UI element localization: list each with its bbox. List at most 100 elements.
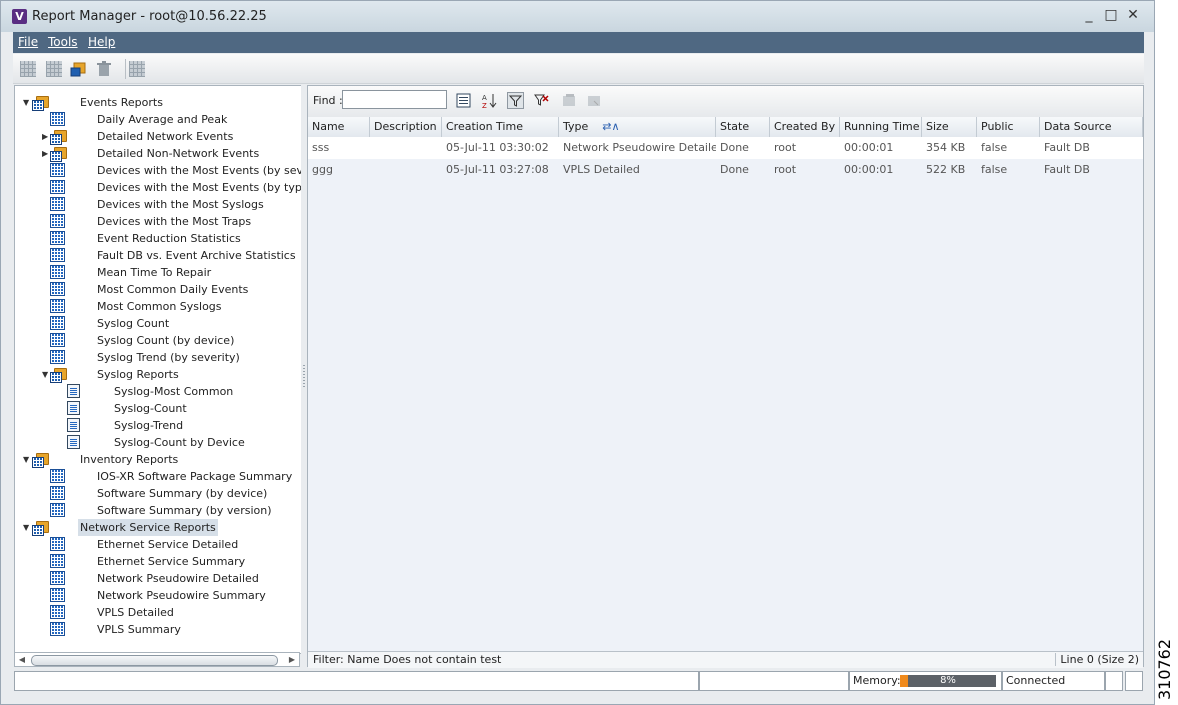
tree-item-label: Detailed Network Events	[97, 130, 234, 143]
table-row[interactable]: sss 05-Jul-11 03:30:02 Network Pseudowire …	[308, 137, 1143, 159]
menu-tools[interactable]: Tools	[48, 35, 78, 49]
tree-event-report-item[interactable]: Devices with the Most Events (by type)	[15, 179, 301, 196]
new-report-icon[interactable]	[20, 61, 36, 77]
tree-item-label: Syslog Count (by device)	[97, 334, 235, 347]
report-grid-icon	[50, 333, 65, 347]
print-icon[interactable]	[586, 92, 603, 109]
report-grid-icon	[50, 622, 65, 636]
tree-event-report-item[interactable]: Syslog Count	[15, 315, 301, 332]
sort-az-icon[interactable]: AZ	[481, 92, 498, 110]
maximize-icon[interactable]: □	[1104, 7, 1118, 23]
tree-event-report-item[interactable]: Mean Time To Repair	[15, 264, 301, 281]
export-icon[interactable]	[561, 92, 578, 109]
tree-event-report-item[interactable]: Event Reduction Statistics	[15, 230, 301, 247]
tree-inventory-report-item[interactable]: Software Summary (by device)	[15, 485, 301, 502]
column-header[interactable]: Description	[370, 117, 442, 137]
tree-event-report-item[interactable]: Most Common Syslogs	[15, 298, 301, 315]
line-info: Line 0 (Size 2)	[1055, 653, 1139, 666]
find-options-icon[interactable]	[455, 92, 472, 109]
tree-item-label: Syslog-Trend	[114, 419, 184, 432]
column-header[interactable]: Creation Time	[442, 117, 559, 137]
reports-list-pane: Find : AZ Name Description Creation Time Ty…	[307, 85, 1144, 668]
tree-item-label: Ethernet Service Detailed	[97, 538, 239, 551]
filter-status-line: Filter: Name Does not contain test Line …	[308, 651, 1143, 668]
tree-network-service-report-item[interactable]: VPLS Detailed	[15, 604, 301, 621]
tree-syslog-report-item[interactable]: Syslog-Trend	[15, 417, 301, 434]
tree-event-report-item[interactable]: ▶ Detailed Network Events	[15, 128, 301, 145]
column-header[interactable]: Size	[922, 117, 977, 137]
new-folder-icon[interactable]	[70, 61, 86, 77]
tree-event-report-item[interactable]: Devices with the Most Traps	[15, 213, 301, 230]
tree-network-service-report-item[interactable]: Network Pseudowire Detailed	[15, 570, 301, 587]
tree-inventory-report-item[interactable]: Software Summary (by version)	[15, 502, 301, 519]
tree-network-service-report-item[interactable]: Ethernet Service Detailed	[15, 536, 301, 553]
tree-event-report-item[interactable]: ▼ Syslog Reports	[15, 366, 301, 383]
scroll-thumb[interactable]	[31, 655, 278, 666]
tree-events-reports[interactable]: ▼ Events Reports	[15, 94, 301, 111]
report-grid-icon	[50, 112, 65, 126]
clear-filter-icon[interactable]	[533, 92, 550, 109]
column-header[interactable]: State	[716, 117, 770, 137]
minimize-icon[interactable]: _	[1082, 7, 1096, 23]
tree-event-report-item[interactable]: Devices with the Most Syslogs	[15, 196, 301, 213]
column-header[interactable]: Data Source	[1040, 117, 1143, 137]
splitter-grip-icon[interactable]	[303, 365, 305, 387]
find-input[interactable]	[342, 90, 447, 109]
tree-event-report-item[interactable]: Syslog Trend (by severity)	[15, 349, 301, 366]
properties-icon[interactable]	[129, 61, 145, 77]
tree-syslog-report-item[interactable]: Syslog-Count	[15, 400, 301, 417]
tree-network-service-report-item[interactable]: Network Pseudowire Summary	[15, 587, 301, 604]
report-grid-icon	[50, 214, 65, 228]
scroll-right-icon[interactable]: ▶	[286, 654, 298, 666]
tree-horizontal-scrollbar[interactable]: ◀ ▶	[14, 652, 300, 667]
tree-item-label: IOS-XR Software Package Summary	[97, 470, 293, 483]
report-grid-icon	[50, 554, 65, 568]
tree-inventory-reports[interactable]: ▼ Inventory Reports	[15, 451, 301, 468]
menu-file[interactable]: File	[18, 35, 38, 49]
tree-event-report-item[interactable]: Daily Average and Peak	[15, 111, 301, 128]
expand-right-icon[interactable]: ▶	[42, 133, 50, 141]
sort-indicator-icon[interactable]: ⇄∧	[602, 120, 619, 133]
tree-item-label: Devices with the Most Traps	[97, 215, 252, 228]
scroll-left-icon[interactable]: ◀	[16, 654, 28, 666]
status-message-cell	[14, 671, 699, 691]
tree-inventory-report-item[interactable]: IOS-XR Software Package Summary	[15, 468, 301, 485]
tree-event-report-item[interactable]: Fault DB vs. Event Archive Statistics	[15, 247, 301, 264]
delete-icon[interactable]	[96, 61, 112, 77]
tree-network-service-report-item[interactable]: VPLS Summary	[15, 621, 301, 638]
status-cell-6	[1125, 671, 1143, 691]
tree-syslog-report-item[interactable]: Syslog-Count by Device	[15, 434, 301, 451]
tree-event-report-item[interactable]: Most Common Daily Events	[15, 281, 301, 298]
tree-network-service-report-item[interactable]: Ethernet Service Summary	[15, 553, 301, 570]
close-icon[interactable]: ✕	[1126, 7, 1140, 23]
tree-item-label: Most Common Syslogs	[97, 300, 222, 313]
menu-help[interactable]: Help	[88, 35, 115, 49]
expand-down-icon[interactable]: ▼	[23, 524, 31, 532]
tree-item-label: Syslog Reports	[97, 368, 179, 381]
report-tree-pane[interactable]: ▼ Events Reports Daily Average and Peak ▶ De…	[14, 85, 302, 654]
column-header[interactable]: Public	[977, 117, 1040, 137]
expand-down-icon[interactable]: ▼	[23, 456, 31, 464]
filter-icon[interactable]	[507, 92, 524, 109]
expand-right-icon[interactable]: ▶	[42, 150, 50, 158]
add-report-icon[interactable]	[46, 61, 62, 77]
tree-item-label: VPLS Detailed	[97, 606, 174, 619]
tree-event-report-item[interactable]: Devices with the Most Events (by severit…	[15, 162, 301, 179]
column-header[interactable]: Created By	[770, 117, 840, 137]
expand-down-icon[interactable]: ▼	[23, 99, 31, 107]
table-row[interactable]: ggg 05-Jul-11 03:27:08 VPLS Detailed Done ro…	[308, 159, 1143, 181]
column-header[interactable]: Running Time	[840, 117, 922, 137]
tree-event-report-item[interactable]: ▶ Detailed Non-Network Events	[15, 145, 301, 162]
column-header-label: Description	[374, 120, 437, 133]
expand-down-icon[interactable]: ▼	[42, 371, 50, 379]
tree-syslog-report-item[interactable]: Syslog-Most Common	[15, 383, 301, 400]
tree-network-service-reports[interactable]: ▼ Network Service Reports	[15, 519, 301, 536]
column-header[interactable]: Type ⇄∧	[559, 117, 716, 137]
column-header-label: Public	[981, 120, 1014, 133]
main-toolbar	[13, 54, 1144, 84]
column-header[interactable]: Name	[308, 117, 370, 137]
tree-item-label: Syslog-Count by Device	[114, 436, 245, 449]
title-bar[interactable]: V Report Manager - root@10.56.22.25 _ □ …	[1, 1, 1154, 32]
table-cell: Fault DB	[1044, 141, 1090, 154]
tree-event-report-item[interactable]: Syslog Count (by device)	[15, 332, 301, 349]
